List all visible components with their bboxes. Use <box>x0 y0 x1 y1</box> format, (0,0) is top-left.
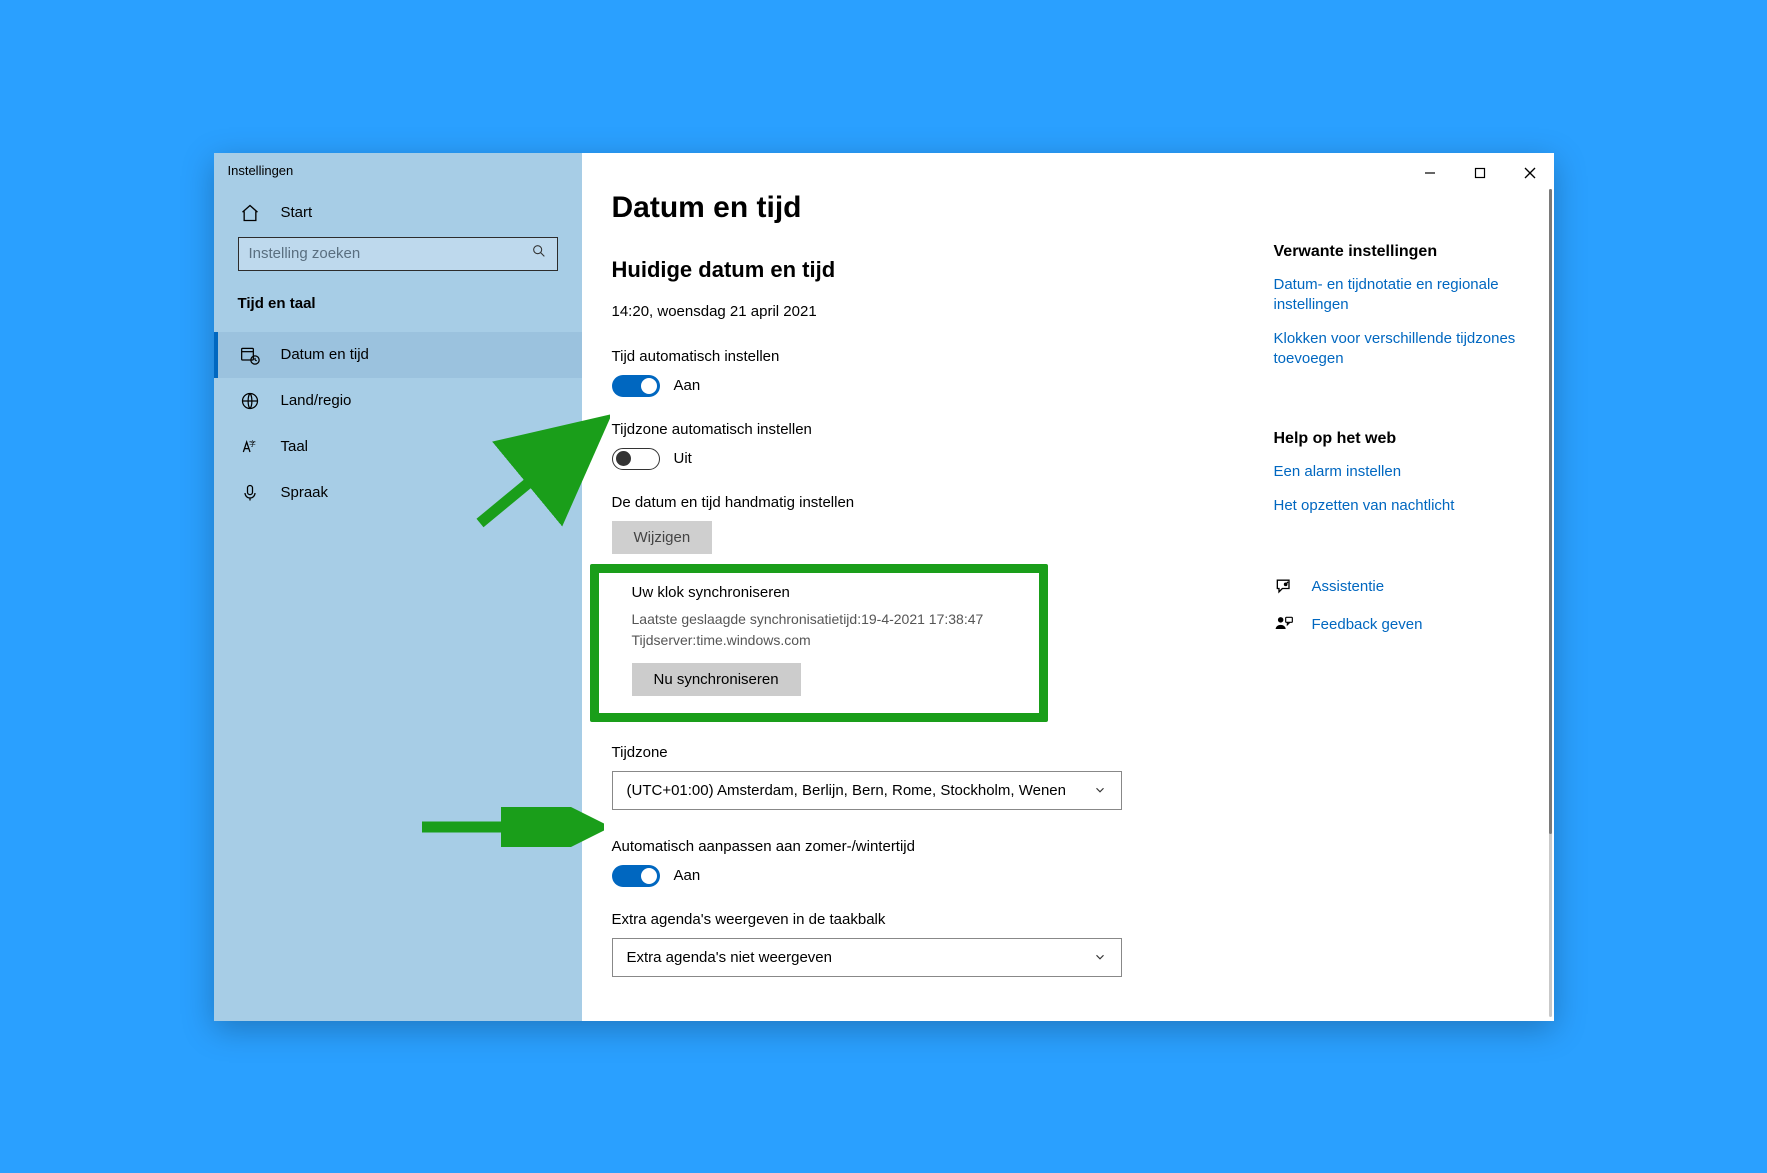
window-controls <box>1416 159 1544 187</box>
feedback-icon <box>1274 614 1294 634</box>
link-nightlight[interactable]: Het opzetten van nachtlicht <box>1274 496 1526 516</box>
auto-tz-label: Tijdzone automatisch instellen <box>612 421 1232 438</box>
sync-last-time: Laatste geslaagde synchronisatietijd:19-… <box>632 611 984 627</box>
section-title-current-dt: Huidige datum en tijd <box>612 257 1232 283</box>
settings-window: Instellingen Start Tijd en taal Datum en… <box>214 153 1554 1021</box>
feedback-link: Feedback geven <box>1312 616 1423 633</box>
timezone-select[interactable]: (UTC+01:00) Amsterdam, Berlijn, Bern, Ro… <box>612 771 1122 810</box>
change-button[interactable]: Wijzigen <box>612 521 713 554</box>
timezone-label: Tijdzone <box>612 744 1232 761</box>
dst-state: Aan <box>674 867 701 884</box>
link-set-alarm[interactable]: Een alarm instellen <box>1274 462 1526 482</box>
home-icon <box>240 203 260 223</box>
main-content: Datum en tijd Huidige datum en tijd 14:2… <box>582 153 1554 1021</box>
auto-tz-toggle[interactable] <box>612 448 660 470</box>
get-help-row[interactable]: Assistentie <box>1274 576 1526 596</box>
home-label: Start <box>281 204 313 221</box>
extra-cal-value: Extra agenda's niet weergeven <box>627 949 833 966</box>
home-link[interactable]: Start <box>214 189 582 237</box>
give-feedback-row[interactable]: Feedback geven <box>1274 614 1526 634</box>
extra-cal-label: Extra agenda's weergeven in de taakbalk <box>612 911 1232 928</box>
language-icon: 字 <box>240 437 260 457</box>
chevron-down-icon <box>1093 950 1107 964</box>
nav-item-label: Datum en tijd <box>281 346 369 363</box>
related-settings-heading: Verwante instellingen <box>1274 243 1526 261</box>
maximize-button[interactable] <box>1466 159 1494 187</box>
calendar-clock-icon <box>240 345 260 365</box>
assistance-link: Assistentie <box>1312 578 1385 595</box>
app-title: Instellingen <box>214 153 582 189</box>
chevron-down-icon <box>1093 783 1107 797</box>
globe-icon <box>240 391 260 411</box>
nav-list: Datum en tijd Land/regio 字 Taal Spraak <box>214 332 582 516</box>
svg-text:字: 字 <box>249 439 256 448</box>
auto-time-label: Tijd automatisch instellen <box>612 348 1232 365</box>
scrollbar-track[interactable] <box>1549 189 1552 1017</box>
microphone-icon <box>240 483 260 503</box>
nav-item-speech[interactable]: Spraak <box>214 470 582 516</box>
nav-item-label: Spraak <box>281 484 329 501</box>
sidebar: Instellingen Start Tijd en taal Datum en… <box>214 153 582 1021</box>
search-box[interactable] <box>238 237 558 271</box>
nav-item-label: Land/regio <box>281 392 352 409</box>
dst-label: Automatisch aanpassen aan zomer-/wintert… <box>612 838 1232 855</box>
extra-cal-select[interactable]: Extra agenda's niet weergeven <box>612 938 1122 977</box>
search-icon <box>531 243 547 264</box>
auto-tz-state: Uit <box>674 450 692 467</box>
timezone-value: (UTC+01:00) Amsterdam, Berlijn, Bern, Ro… <box>627 782 1066 799</box>
nav-item-language[interactable]: 字 Taal <box>214 424 582 470</box>
link-add-clocks[interactable]: Klokken voor verschillende tijdzones toe… <box>1274 329 1526 370</box>
auto-time-state: Aan <box>674 377 701 394</box>
nav-item-label: Taal <box>281 438 309 455</box>
scrollbar-thumb[interactable] <box>1549 189 1552 835</box>
category-heading: Tijd en taal <box>214 285 582 332</box>
sync-server: Tijdserver:time.windows.com <box>632 632 811 648</box>
sync-info: Laatste geslaagde synchronisatietijd:19-… <box>632 609 1024 651</box>
sync-title: Uw klok synchroniseren <box>632 584 1024 601</box>
manual-set-label: De datum en tijd handmatig instellen <box>612 494 1232 511</box>
web-help-heading: Help op het web <box>1274 430 1526 448</box>
dst-toggle[interactable] <box>612 865 660 887</box>
nav-item-region[interactable]: Land/regio <box>214 378 582 424</box>
minimize-button[interactable] <box>1416 159 1444 187</box>
search-input[interactable] <box>249 245 531 262</box>
help-icon <box>1274 576 1294 596</box>
page-title: Datum en tijd <box>612 191 1232 225</box>
nav-item-date-time[interactable]: Datum en tijd <box>214 332 582 378</box>
close-button[interactable] <box>1516 159 1544 187</box>
sync-now-button[interactable]: Nu synchroniseren <box>632 663 801 696</box>
link-date-format[interactable]: Datum- en tijdnotatie en regionale inste… <box>1274 275 1526 316</box>
current-datetime: 14:20, woensdag 21 april 2021 <box>612 303 1232 320</box>
auto-time-toggle[interactable] <box>612 375 660 397</box>
